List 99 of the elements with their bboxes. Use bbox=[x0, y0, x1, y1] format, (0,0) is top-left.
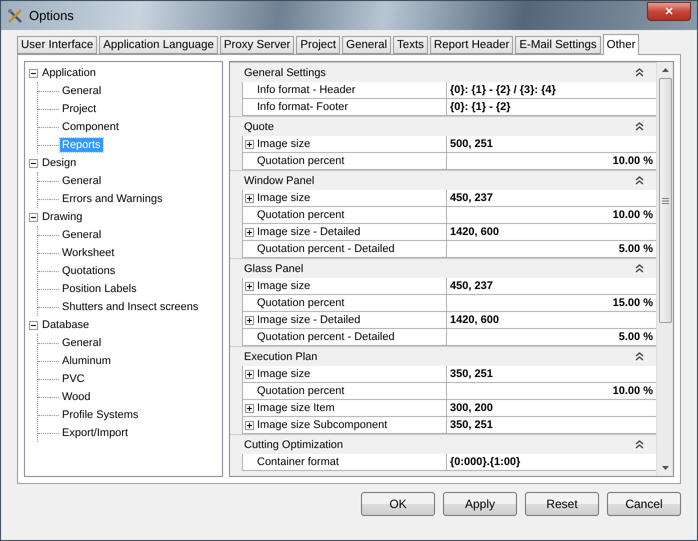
tree-item[interactable]: Errors and Warnings bbox=[60, 192, 164, 206]
tab[interactable]: Texts bbox=[393, 36, 428, 54]
property-value[interactable]: 500, 251 bbox=[450, 138, 493, 150]
expand-icon[interactable] bbox=[245, 140, 254, 148]
collapse-icon[interactable] bbox=[29, 212, 38, 222]
property-label: Quotation percent - Detailed bbox=[257, 243, 395, 255]
tab[interactable]: Proxy Server bbox=[220, 36, 294, 54]
expand-icon[interactable] bbox=[245, 228, 254, 236]
expand-icon[interactable] bbox=[245, 194, 254, 202]
dialog-button[interactable]: Cancel bbox=[607, 492, 681, 516]
property-value[interactable]: 10.00 % bbox=[612, 385, 653, 397]
section-title: General Settings bbox=[244, 66, 327, 78]
tree-item[interactable]: General bbox=[60, 174, 104, 188]
tab[interactable]: Other bbox=[602, 34, 640, 55]
property-value[interactable]: 15.00 % bbox=[612, 297, 653, 309]
tree-item[interactable]: Project bbox=[60, 102, 98, 116]
property-value[interactable]: 300, 200 bbox=[450, 402, 493, 414]
property-label: Info format- Footer bbox=[257, 101, 348, 113]
tree-item[interactable]: General bbox=[60, 84, 104, 98]
property-label: Container format bbox=[257, 456, 339, 468]
section-title: Glass Panel bbox=[244, 262, 304, 274]
collapse-icon[interactable] bbox=[635, 264, 644, 273]
property-label: Image size Subcomponent bbox=[257, 419, 388, 431]
property-value[interactable]: 5.00 % bbox=[618, 331, 653, 343]
property-label: Image size Item bbox=[257, 402, 335, 414]
property-label: Info format - Header bbox=[257, 84, 356, 96]
property-label: Image size bbox=[257, 368, 310, 380]
collapse-icon[interactable] bbox=[635, 352, 644, 361]
tree-item[interactable]: Component bbox=[60, 120, 121, 134]
property-label: Image size bbox=[257, 138, 310, 150]
property-value[interactable]: 350, 251 bbox=[450, 368, 493, 380]
collapse-icon[interactable] bbox=[635, 122, 644, 131]
property-label: Image size bbox=[257, 280, 310, 292]
property-value[interactable]: 350, 251 bbox=[450, 419, 493, 431]
collapse-icon[interactable] bbox=[29, 68, 38, 78]
tab[interactable]: Application Language bbox=[99, 36, 218, 54]
tree-item[interactable]: Profile Systems bbox=[60, 408, 140, 422]
property-value[interactable]: 10.00 % bbox=[612, 155, 653, 167]
expand-icon[interactable] bbox=[245, 420, 254, 430]
scroll-up-icon[interactable] bbox=[662, 68, 668, 72]
property-label: Image size - Detailed bbox=[257, 226, 360, 238]
close-button[interactable]: ✕ bbox=[647, 2, 691, 21]
expand-icon[interactable] bbox=[245, 316, 254, 324]
property-label: Quotation percent bbox=[257, 297, 344, 309]
tree-item[interactable]: Wood bbox=[60, 390, 93, 404]
tree-item[interactable]: Position Labels bbox=[60, 282, 139, 296]
tree-item[interactable]: Shutters and Insect screens bbox=[60, 300, 200, 314]
property-value[interactable]: {0}: {1} - {2} bbox=[450, 101, 511, 113]
property-label: Quotation percent bbox=[257, 385, 344, 397]
tab[interactable]: User Interface bbox=[17, 36, 98, 54]
collapse-icon[interactable] bbox=[29, 320, 38, 330]
window-title: Options bbox=[29, 8, 75, 23]
property-value[interactable]: 450, 237 bbox=[450, 280, 493, 292]
section-title: Execution Plan bbox=[244, 350, 318, 362]
tools-icon bbox=[7, 8, 23, 24]
tree-item[interactable]: Quotations bbox=[60, 264, 118, 278]
property-value[interactable]: {0}: {1} - {2} / {3}: {4} bbox=[450, 84, 556, 96]
scroll-thumb[interactable] bbox=[658, 78, 672, 323]
collapse-icon[interactable] bbox=[29, 158, 38, 168]
property-value[interactable]: 10.00 % bbox=[612, 209, 653, 221]
property-label: Image size - Detailed bbox=[257, 314, 360, 326]
tab[interactable]: Project bbox=[296, 36, 340, 54]
property-label: Quotation percent - Detailed bbox=[257, 331, 395, 343]
tab[interactable]: Report Header bbox=[430, 36, 514, 54]
tree-item[interactable]: Worksheet bbox=[60, 246, 116, 260]
tree-item[interactable]: PVC bbox=[60, 372, 87, 386]
collapse-icon[interactable] bbox=[635, 176, 644, 185]
property-value[interactable]: {0:000}.{1:00} bbox=[450, 456, 520, 468]
section-title: Quote bbox=[244, 120, 275, 132]
scrollbar[interactable] bbox=[656, 62, 673, 476]
section-title: Cutting Optimization bbox=[244, 438, 344, 450]
property-value[interactable]: 450, 237 bbox=[450, 192, 493, 204]
expand-icon[interactable] bbox=[245, 370, 254, 378]
tree-item[interactable]: Export/Import bbox=[60, 426, 130, 440]
tree-item[interactable]: General bbox=[60, 228, 104, 242]
dialog-button[interactable]: Reset bbox=[525, 492, 599, 516]
property-label: Image size bbox=[257, 192, 310, 204]
tree-item[interactable]: Database bbox=[40, 318, 92, 332]
tab[interactable]: General bbox=[342, 36, 392, 54]
scroll-down-icon[interactable] bbox=[662, 466, 668, 470]
section-title: Window Panel bbox=[244, 174, 316, 186]
expand-icon[interactable] bbox=[245, 282, 254, 290]
expand-icon[interactable] bbox=[245, 404, 254, 412]
property-label: Quotation percent bbox=[257, 209, 344, 221]
property-value[interactable]: 1420, 600 bbox=[450, 226, 499, 238]
tree-item[interactable]: Aluminum bbox=[60, 354, 113, 368]
tree-item[interactable]: Application bbox=[40, 66, 98, 80]
grip-icon bbox=[662, 198, 668, 204]
dialog-button[interactable]: Apply bbox=[443, 492, 517, 516]
tree-item[interactable]: Drawing bbox=[40, 210, 84, 224]
tree-item[interactable]: General bbox=[60, 336, 104, 350]
property-value[interactable]: 5.00 % bbox=[618, 243, 653, 255]
property-label: Quotation percent bbox=[257, 155, 344, 167]
property-value[interactable]: 1420, 600 bbox=[450, 314, 499, 326]
collapse-icon[interactable] bbox=[635, 68, 644, 77]
tab[interactable]: E-Mail Settings bbox=[515, 36, 601, 54]
collapse-icon[interactable] bbox=[635, 440, 644, 449]
tree-item[interactable]: Design bbox=[40, 156, 78, 170]
dialog-button[interactable]: OK bbox=[361, 492, 435, 516]
